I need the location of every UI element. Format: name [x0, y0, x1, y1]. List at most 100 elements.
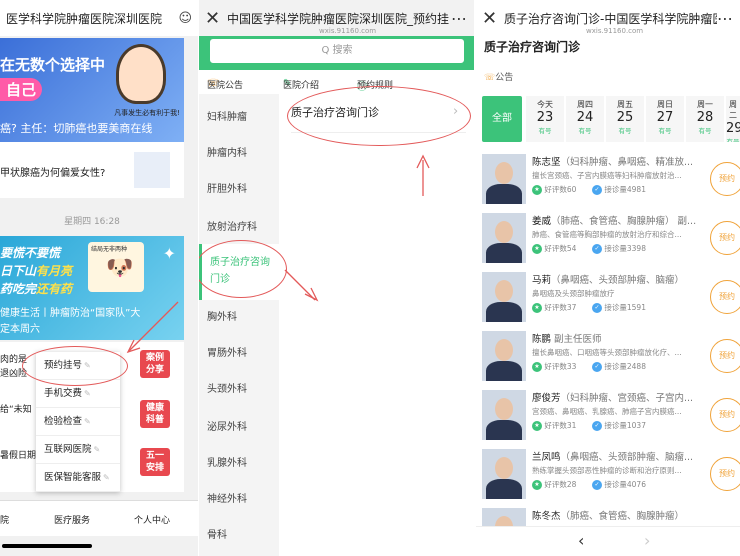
clinic-link[interactable]: 质子治疗咨询门诊 — [291, 104, 379, 120]
doctor-row[interactable]: 姜威（肺癌、食管癌、胸腺肿瘤） 副... 肺癌、食管癌等胸部肿瘤的放射治疗和综合… — [482, 211, 740, 269]
doctor-title: （鼻咽癌、头颈部肿瘤、脑瘤） — [551, 275, 685, 286]
menu-item-payment[interactable]: 手机交费 ✎ — [36, 380, 120, 408]
doctor-title: 副主任医师 — [554, 334, 602, 345]
back-arrow-icon[interactable]: ‹ — [578, 531, 584, 550]
doctor-row[interactable]: 马莉（鼻咽癌、头颈部肿瘤、脑瘤） 鼻咽癌及头颈部肿瘤放疗 ★ 好评数37 ✓ 接… — [482, 270, 740, 328]
date-cell[interactable]: 今天 23 有号 — [526, 96, 564, 142]
close-icon[interactable]: ✕ — [482, 8, 504, 29]
tab-hospital[interactable]: 院 — [0, 513, 9, 526]
review-text: 好评数60 — [544, 185, 577, 194]
list-snippet[interactable]: 给“未知 — [0, 402, 32, 415]
list-snippet[interactable]: 肉的是 — [0, 352, 27, 365]
doctor-name-line: 马莉（鼻咽癌、头颈部肿瘤、脑瘤） — [532, 272, 684, 286]
dept-item[interactable]: 胃肠外科 — [207, 344, 247, 359]
date-status: 有号 — [698, 127, 712, 135]
review-count: ★ 好评数33 — [532, 361, 576, 372]
date-week: 今天 — [537, 100, 553, 109]
article-card[interactable]: 甲状腺癌为何偏爱女性? — [0, 142, 184, 198]
list-snippet[interactable]: 暑假日期( — [0, 448, 40, 461]
list-snippet[interactable]: 退凶险 — [0, 366, 27, 379]
book-button[interactable]: 预约 — [710, 221, 740, 255]
visit-count: ✓ 接诊量4076 — [592, 479, 646, 490]
announcement-label: 公告 — [495, 73, 514, 83]
dept-item[interactable]: 泌尿外科 — [207, 418, 247, 433]
date-status: 有号 — [538, 127, 552, 135]
book-button[interactable]: 预约 — [710, 398, 740, 432]
doctor-name: 兰凤鸣 — [532, 452, 561, 463]
visit-icon: ✓ — [592, 185, 602, 195]
doctor-desc: 熟练掌握头颈部恶性肿瘤的诊断和治疗原则... — [532, 466, 682, 475]
url-subtitle: wxis.91160.com — [319, 27, 377, 35]
dept-item[interactable]: 骨科 — [207, 526, 227, 541]
doctor-photo — [482, 331, 526, 381]
announcement-link[interactable]: ☏公告 — [484, 70, 513, 83]
close-icon[interactable]: ✕ — [205, 8, 227, 29]
doctor-row[interactable]: 廖俊芳（妇科肿瘤、宫颈癌、子宫内... 宫颈癌、鼻咽癌、乳腺癌、肺癌子宫内膜癌.… — [482, 388, 740, 446]
visit-icon: ✓ — [592, 244, 602, 254]
health-tag[interactable]: 健康 科普 — [140, 400, 170, 428]
date-cell[interactable]: 周日 27 有号 — [646, 96, 684, 142]
book-button[interactable]: 预约 — [710, 280, 740, 314]
dept-item[interactable]: 放射治疗科 — [207, 218, 257, 233]
tab-personal-center[interactable]: 个人中心 — [134, 513, 170, 526]
banner2-image-caption: 结局无非两种 — [91, 246, 128, 253]
date-day: 23 — [536, 110, 554, 125]
browser-nav-bar: ‹ › — [476, 526, 740, 556]
article-title: 甲状腺癌为何偏爱女性? — [0, 168, 106, 179]
banner2-line1: 要慌不要慌 — [0, 246, 61, 260]
date-cell[interactable]: 周二 29 有号 — [726, 96, 740, 142]
dept-item[interactable]: 胸外科 — [207, 308, 237, 323]
notice-label: 医院公告 — [207, 81, 244, 91]
visit-text: 接诊量2488 — [604, 362, 646, 371]
book-button[interactable]: 预约 — [710, 339, 740, 373]
dept-item-selected[interactable]: 质子治疗咨询 门诊 — [199, 244, 279, 300]
dept-item[interactable]: 妇科肿瘤 — [207, 108, 247, 123]
notice-label: 预约规则 — [357, 81, 394, 91]
selected-dept-label: 质子治疗咨询 门诊 — [210, 257, 270, 285]
date-cell[interactable]: 周五 25 有号 — [606, 96, 644, 142]
banner2-line3-pre: 药吃完 — [0, 282, 37, 296]
menu-item-lab-tests[interactable]: 检验检查 ✎ — [36, 408, 120, 436]
doctor-name-line: 陈鹏 副主任医师 — [532, 331, 602, 345]
doctor-name-line: 姜威（肺癌、食管癌、胸腺肿瘤） 副... — [532, 213, 696, 227]
doctor-row[interactable]: 陈鹏 副主任医师 擅长鼻咽癌、口咽癌等头颈部肿瘤放化疗、... ★ 好评数33 … — [482, 329, 740, 387]
doctor-desc: 擅长鼻咽癌、口咽癌等头颈部肿瘤放化疗、... — [532, 348, 682, 357]
article-banner[interactable]: 在无数个选择中 自己 凡事发生必有利于我! 癌? 主任：切肺癌也要美商在线 — [0, 38, 184, 142]
menu-item-appointment[interactable]: 预约挂号 ✎ — [36, 352, 120, 380]
doctor-row[interactable]: 陈志坚（妇科肿瘤、鼻咽癌、精准放... 擅长宫颈癌、子宫内膜癌等妇科肿瘤放射治.… — [482, 152, 740, 210]
doctor-name-line: 廖俊芳（妇科肿瘤、宫颈癌、子宫内... — [532, 390, 693, 404]
visit-icon: ✓ — [592, 480, 602, 490]
date-cell[interactable]: 周一 28 有号 — [686, 96, 724, 142]
book-button[interactable]: 预约 — [710, 457, 740, 491]
dept-item[interactable]: 头颈外科 — [207, 380, 247, 395]
date-status: 有号 — [658, 127, 672, 135]
more-icon[interactable]: ⋯ — [717, 9, 734, 28]
holiday-tag[interactable]: 五一 安排 — [140, 448, 170, 476]
review-text: 好评数37 — [544, 303, 577, 312]
forward-arrow-icon[interactable]: › — [644, 531, 650, 550]
doctor-name: 陈鹏 — [532, 334, 552, 345]
more-icon[interactable]: ⋯ — [451, 9, 468, 28]
search-input[interactable]: Q 搜索 — [209, 38, 465, 64]
menu-item-internet-hospital[interactable]: 互联网医院 ✎ — [36, 436, 120, 464]
doctor-row[interactable]: 陈冬杰（肺癌、食管癌、胸腺肿瘤） — [482, 506, 740, 528]
thumbs-up-icon: ★ — [532, 303, 542, 313]
dept-item[interactable]: 肿瘤内科 — [207, 144, 247, 159]
visit-count: ✓ 接诊量2488 — [592, 361, 646, 372]
visit-text: 接诊量1591 — [604, 303, 646, 312]
all-dates-button[interactable]: 全部 — [482, 96, 522, 142]
dept-item[interactable]: 肝胆外科 — [207, 180, 247, 195]
notice-row: ☏ 医院公告 ✎ 医院介绍 ⓘ 预约规则 — [199, 74, 474, 93]
date-cell[interactable]: 周四 24 有号 — [566, 96, 604, 142]
doctor-row[interactable]: 兰凤鸣（鼻咽癌、头颈部肿瘤、脑瘤... 熟练掌握头颈部恶性肿瘤的诊断和治疗原则.… — [482, 447, 740, 505]
book-button[interactable]: 预约 — [710, 162, 740, 196]
doctor-desc: 肺癌、食管癌等胸部肿瘤的放射治疗和综合... — [532, 230, 682, 239]
tab-medical-services[interactable]: 医疗服务 — [54, 513, 90, 526]
doctor-name: 姜威 — [532, 216, 552, 227]
review-count: ★ 好评数60 — [532, 184, 576, 195]
dept-item[interactable]: 神经外科 — [207, 490, 247, 505]
user-icon[interactable]: ☺ — [178, 11, 192, 26]
dept-item[interactable]: 乳腺外科 — [207, 454, 247, 469]
menu-item-insurance-service[interactable]: 医保智能客服 ✎ — [36, 464, 120, 492]
doctor-title: （肺癌、食管癌、胸腺肿瘤） — [560, 511, 685, 522]
